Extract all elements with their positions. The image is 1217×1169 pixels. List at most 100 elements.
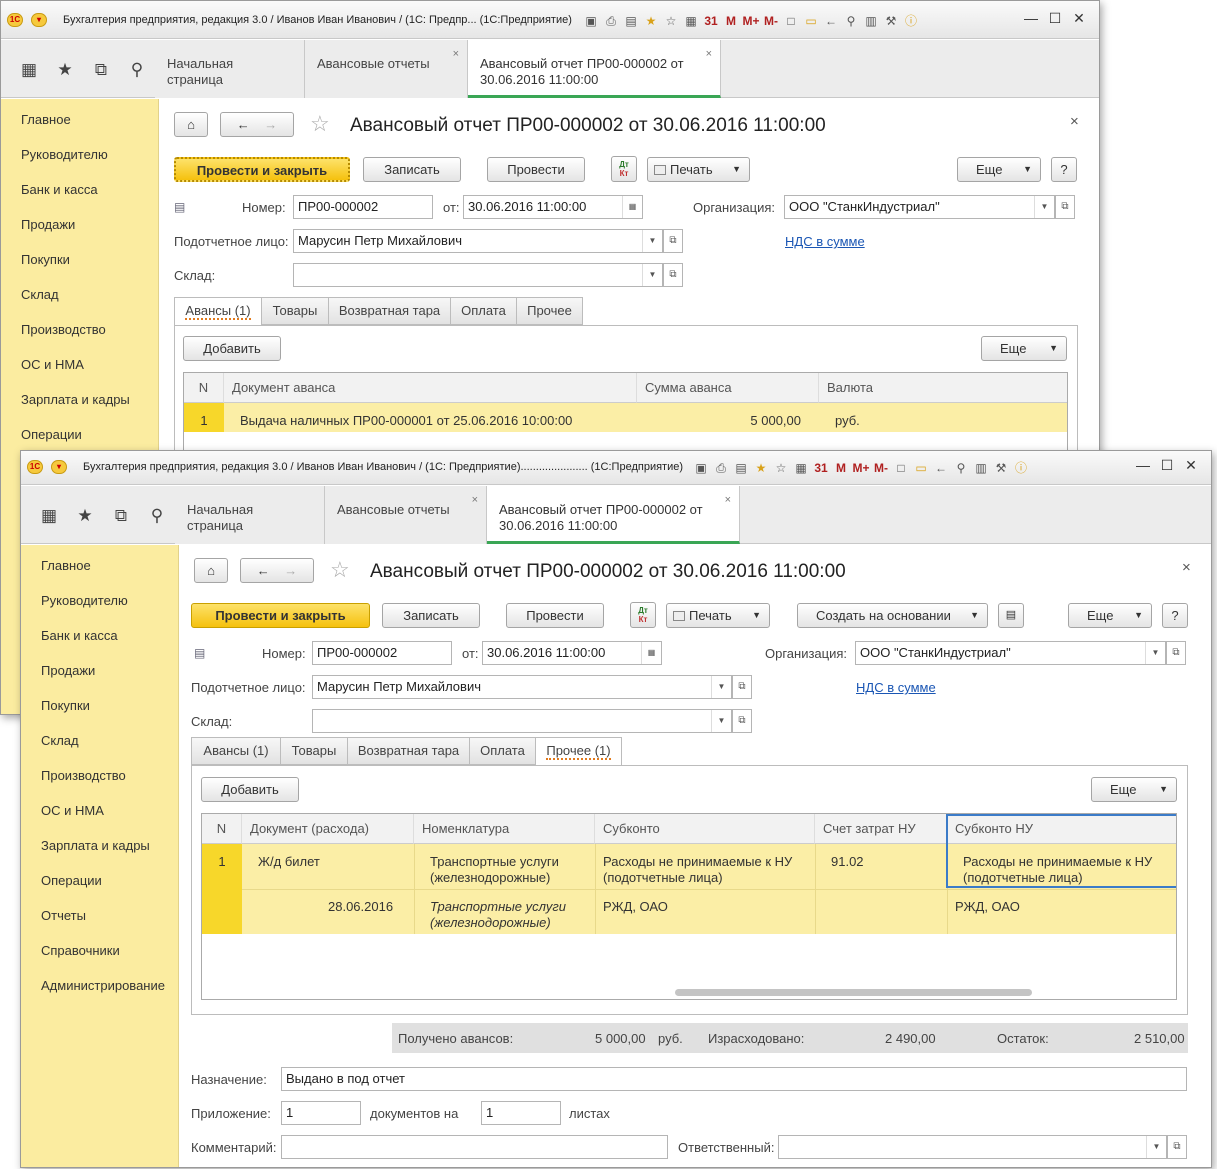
print-button[interactable]: Печать ▼ (647, 157, 750, 182)
maximize-icon[interactable]: ☐ (1155, 457, 1179, 474)
open-icon[interactable]: ⧉ (1055, 195, 1075, 219)
tab-document[interactable]: Авансовый отчет ПР00-000002 от 30.06.201… (487, 486, 740, 544)
back-icon[interactable]: ← (931, 461, 951, 475)
purpose-field[interactable]: Выдано в под отчет (281, 1067, 1187, 1091)
close-icon[interactable]: × (1070, 113, 1079, 130)
favorite-star-icon[interactable]: ☆ (330, 557, 350, 583)
memory-m-icon[interactable]: M (721, 14, 741, 28)
favorite-star-icon[interactable]: ☆ (310, 111, 330, 137)
calc-icon[interactable]: ▦ (791, 461, 811, 475)
open-icon[interactable]: ⧉ (663, 229, 683, 253)
calendar-icon[interactable]: 31 (811, 461, 831, 475)
home-button[interactable]: ⌂ (174, 112, 208, 137)
tab-document[interactable]: Авансовый отчет ПР00-000002 от 30.06.201… (468, 40, 721, 98)
warehouse-field[interactable]: ▼ (293, 263, 663, 287)
expense-date-cell[interactable]: 28.06.2016 (320, 895, 401, 919)
back-arrow-icon[interactable]: ← (237, 117, 250, 132)
nomenclature-cell[interactable]: Транспортные услуги (железнодорожные) (422, 850, 592, 890)
preview-icon[interactable]: ▤ (731, 461, 751, 475)
tab-advances[interactable]: Авансы (1) (174, 297, 262, 326)
document-icon[interactable]: ▤ (998, 603, 1024, 628)
comment-field[interactable] (281, 1135, 668, 1159)
org-field[interactable]: ООО "СтанкИндустриал" ▼ (855, 641, 1166, 665)
currency-cell[interactable]: руб. (827, 409, 868, 433)
search-icon[interactable]: ⚲ (139, 506, 175, 526)
post-and-close-button[interactable]: Провести и закрыть (174, 157, 350, 182)
memory-minus-icon[interactable]: M- (871, 461, 891, 475)
memory-minus-icon[interactable]: M- (761, 14, 781, 28)
preview-icon[interactable]: ▤ (621, 14, 641, 28)
column-header[interactable]: Документ (расхода) (242, 814, 414, 844)
history-icon[interactable]: ⧉ (83, 60, 119, 80)
sidebar-item-warehouse[interactable]: Склад (21, 730, 178, 765)
apps-grid-icon[interactable]: ▦ (31, 506, 67, 526)
tab-goods[interactable]: Товары (280, 737, 348, 765)
person-field[interactable]: Марусин Петр Михайлович ▼ (293, 229, 663, 253)
sidebar-item-director[interactable]: Руководителю (1, 144, 158, 179)
help-button[interactable]: ? (1051, 157, 1077, 182)
panels-icon[interactable]: ▥ (971, 461, 991, 475)
sidebar-item-bank[interactable]: Банк и касса (21, 625, 178, 660)
column-header[interactable]: N (202, 814, 242, 844)
favorite-add-icon[interactable]: ★ (641, 14, 661, 28)
info-icon[interactable]: ⓘ (901, 12, 921, 29)
subconto-cell-2[interactable]: РЖД, ОАО (595, 895, 813, 919)
minimize-icon[interactable]: — (1131, 457, 1155, 473)
person-field[interactable]: Марусин Петр Михайлович ▼ (312, 675, 732, 699)
sidebar-item-main[interactable]: Главное (21, 545, 178, 590)
close-icon[interactable]: × (725, 492, 731, 508)
close-icon[interactable]: ✕ (1067, 10, 1091, 27)
date-field[interactable]: 30.06.2016 11:00:00 ▦ (482, 641, 662, 665)
sidebar-item-sales[interactable]: Продажи (21, 660, 178, 695)
folder-icon[interactable]: ▭ (911, 461, 931, 475)
menu-icon[interactable]: ▾ (51, 460, 67, 474)
nomenclature-cell-2[interactable]: Транспортные услуги (железнодорожные) (422, 895, 592, 935)
history-icon[interactable]: ⧉ (103, 506, 139, 526)
tab-home[interactable]: Начальная страница (155, 40, 305, 98)
favorites-icon[interactable]: ☆ (771, 461, 791, 475)
minimize-icon[interactable]: — (1019, 10, 1043, 26)
chevron-down-icon[interactable]: ▼ (711, 676, 731, 698)
print-button[interactable]: Печать ▼ (666, 603, 770, 628)
new-icon[interactable]: □ (781, 14, 801, 28)
dt-kt-icon[interactable]: Дт Кт (630, 602, 656, 628)
horizontal-scrollbar[interactable] (675, 989, 1032, 996)
tools-icon[interactable]: ⚒ (881, 14, 901, 28)
column-header[interactable]: N (184, 373, 224, 403)
tab-other[interactable]: Прочее (516, 297, 583, 325)
chevron-down-icon[interactable]: ▼ (642, 230, 662, 252)
tab-returnable[interactable]: Возвратная тара (328, 297, 451, 325)
folder-icon[interactable]: ▭ (801, 14, 821, 28)
chevron-down-icon[interactable]: ▼ (711, 710, 731, 732)
close-icon[interactable]: ✕ (1179, 457, 1203, 474)
post-and-close-button[interactable]: Провести и закрыть (191, 603, 370, 628)
chevron-down-icon[interactable]: ▼ (642, 264, 662, 286)
memory-plus-icon[interactable]: M+ (741, 14, 761, 28)
vat-link[interactable]: НДС в сумме (856, 680, 936, 695)
memory-plus-icon[interactable]: M+ (851, 461, 871, 475)
search-icon[interactable]: ⚲ (119, 60, 155, 80)
save-icon[interactable]: ▣ (691, 461, 711, 475)
sidebar-item-purchases[interactable]: Покупки (1, 249, 158, 284)
sidebar-item-production[interactable]: Производство (1, 319, 158, 354)
print-icon[interactable]: ⎙ (711, 461, 731, 476)
help-button[interactable]: ? (1162, 603, 1188, 628)
number-field[interactable]: ПР00-000002 (312, 641, 452, 665)
more-button[interactable]: Еще ▼ (981, 336, 1067, 361)
sidebar-item-director[interactable]: Руководителю (21, 590, 178, 625)
more-button[interactable]: Еще ▼ (957, 157, 1041, 182)
close-icon[interactable]: × (453, 46, 459, 62)
favorites-star-icon[interactable]: ★ (47, 60, 83, 80)
close-icon[interactable]: × (472, 492, 478, 508)
sidebar-item-salary[interactable]: Зарплата и кадры (21, 835, 178, 870)
more-button[interactable]: Еще ▼ (1068, 603, 1152, 628)
close-icon[interactable]: × (1182, 559, 1191, 576)
tab-goods[interactable]: Товары (261, 297, 329, 325)
column-header[interactable]: Документ аванса (224, 373, 637, 403)
dt-kt-icon[interactable]: Дт Кт (611, 156, 637, 182)
sidebar-item-production[interactable]: Производство (21, 765, 178, 800)
sidebar-item-catalogs[interactable]: Справочники (21, 940, 178, 975)
vat-link[interactable]: НДС в сумме (785, 234, 865, 249)
subconto-cell[interactable]: Расходы не принимаемые к НУ (подотчетные… (595, 850, 813, 890)
sidebar-item-admin[interactable]: Администрирование (21, 975, 178, 1010)
